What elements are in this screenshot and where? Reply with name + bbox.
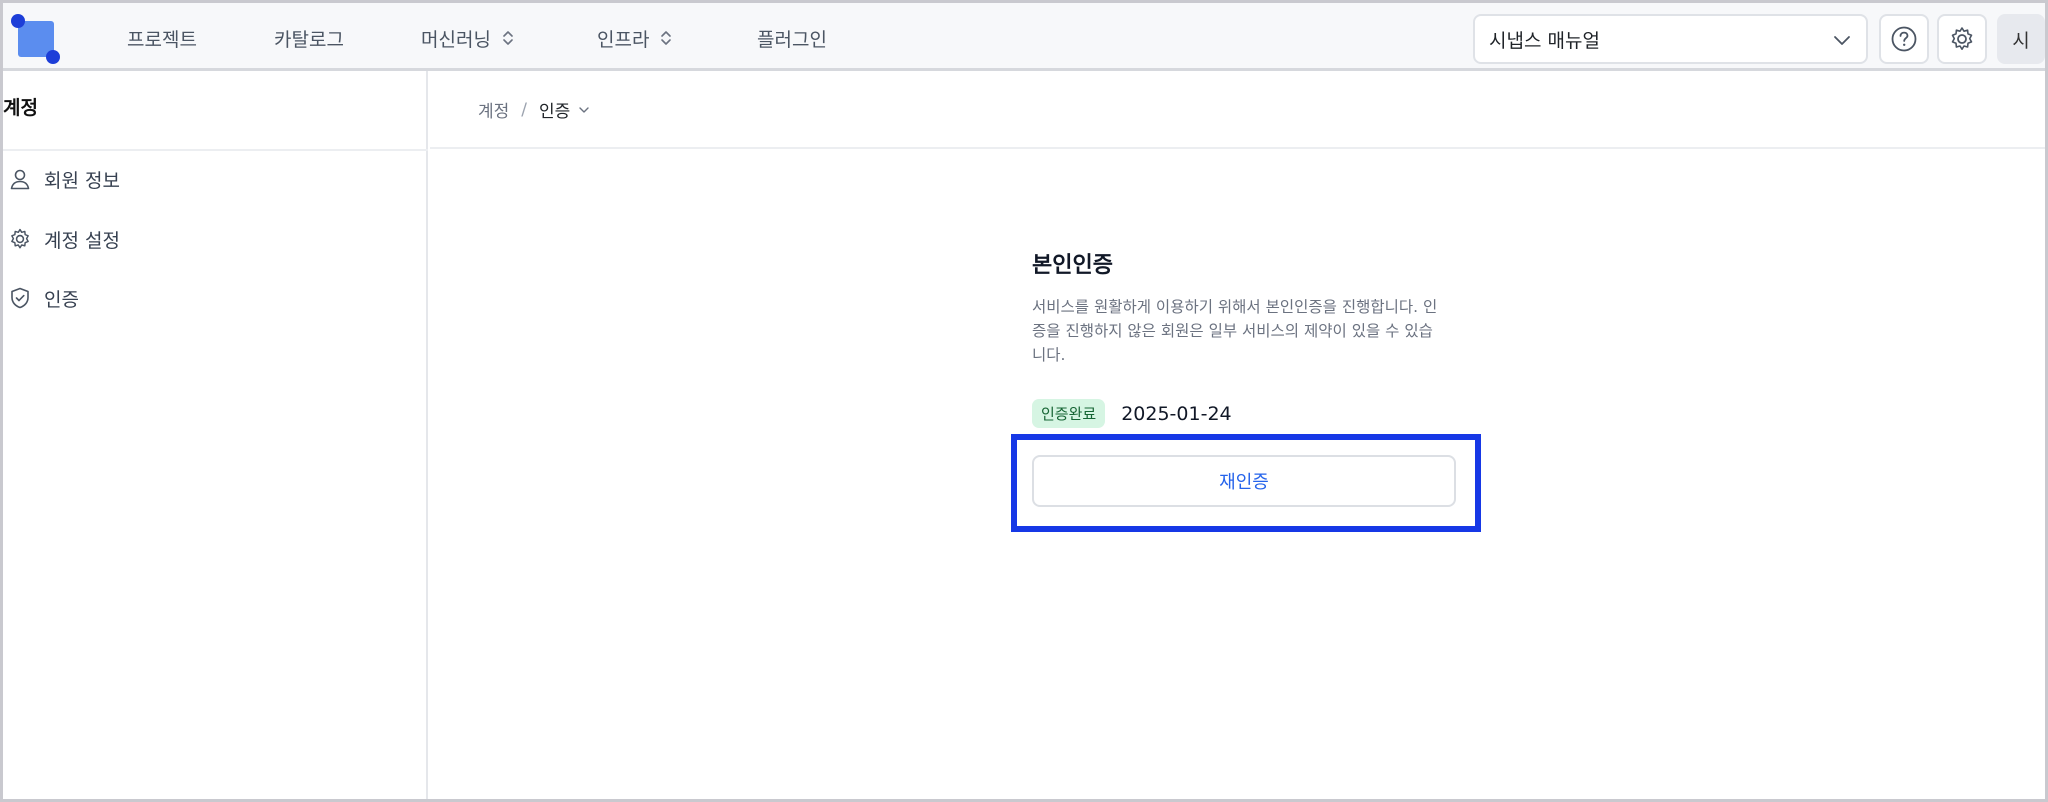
nav-projects[interactable]: 프로젝트 (127, 21, 197, 55)
verification-title: 본인인증 (1032, 253, 1113, 278)
settings-button[interactable] (1937, 14, 1987, 64)
user-icon (10, 169, 30, 190)
gear-icon (1951, 27, 1973, 50)
breadcrumb-bar: 계정 / 인증 (430, 71, 2045, 149)
chevron-down-icon (579, 106, 589, 113)
nav-plugins-label: 플러그인 (757, 28, 827, 51)
status-badge: 인증완료 (1032, 399, 1106, 428)
reauth-button[interactable]: 재인증 (1032, 455, 1456, 507)
nav-machine-learning-label: 머신러닝 (421, 28, 491, 51)
app-logo[interactable] (11, 14, 60, 64)
verification-description: 서비스를 원활하게 이용하기 위해서 본인인증을 진행합니다. 인증을 진행하지… (1032, 298, 1438, 364)
nav-catalog[interactable]: 카탈로그 (274, 21, 344, 55)
nav-plugins[interactable]: 플러그인 (757, 21, 827, 55)
verification-date: 2025-01-24 (1121, 402, 1232, 425)
sidebar-item-member-info[interactable]: 회원 정보 (8, 164, 120, 194)
chevron-down-icon (1834, 36, 1850, 45)
chevron-updown-icon (661, 31, 672, 45)
sidebar-item-label: 인증 (44, 288, 79, 311)
manual-select[interactable]: 시냅스 매뉴얼 (1473, 14, 1868, 64)
nav-infra[interactable]: 인프라 (597, 21, 673, 55)
sidebar-item-account-settings[interactable]: 계정 설정 (8, 224, 120, 254)
breadcrumb-separator: / (521, 99, 528, 120)
breadcrumb: 계정 / 인증 (478, 97, 590, 122)
manual-select-value: 시냅스 매뉴얼 (1489, 29, 1600, 52)
verification-status-row: 인증완료 2025-01-24 (1032, 399, 1452, 428)
sidebar-item-label: 회원 정보 (44, 169, 120, 192)
help-button[interactable] (1879, 14, 1929, 64)
verification-card: 본인인증 서비스를 원활하게 이용하기 위해서 본인인증을 진행합니다. 인증을… (1032, 247, 1452, 428)
sidebar-title: 계정 (3, 97, 38, 119)
nav-machine-learning[interactable]: 머신러닝 (421, 21, 515, 55)
shield-check-icon (11, 287, 29, 309)
sidebar-item-label: 계정 설정 (44, 229, 120, 252)
sidebar-item-verification[interactable]: 인증 (8, 283, 79, 313)
top-navbar: 프로젝트 카탈로그 머신러닝 인프라 플러그인 시냅스 매뉴얼 시 (3, 3, 2045, 71)
avatar-initial: 시 (2012, 29, 2030, 52)
chevron-updown-icon (503, 31, 513, 45)
nav-projects-label: 프로젝트 (127, 28, 197, 51)
nav-catalog-label: 카탈로그 (274, 28, 344, 51)
breadcrumb-current[interactable]: 인증 (539, 97, 590, 122)
breadcrumb-current-label: 인증 (539, 102, 571, 122)
sidebar-divider (3, 149, 428, 151)
help-icon (1891, 26, 1917, 52)
sidebar: 계정 회원 정보 계정 설정 인증 (3, 71, 428, 799)
reauth-button-label: 재인증 (1219, 472, 1269, 493)
nav-infra-label: 인프라 (597, 28, 650, 51)
gear-icon (11, 228, 29, 249)
breadcrumb-root[interactable]: 계정 (478, 97, 509, 122)
avatar[interactable]: 시 (1997, 14, 2045, 64)
